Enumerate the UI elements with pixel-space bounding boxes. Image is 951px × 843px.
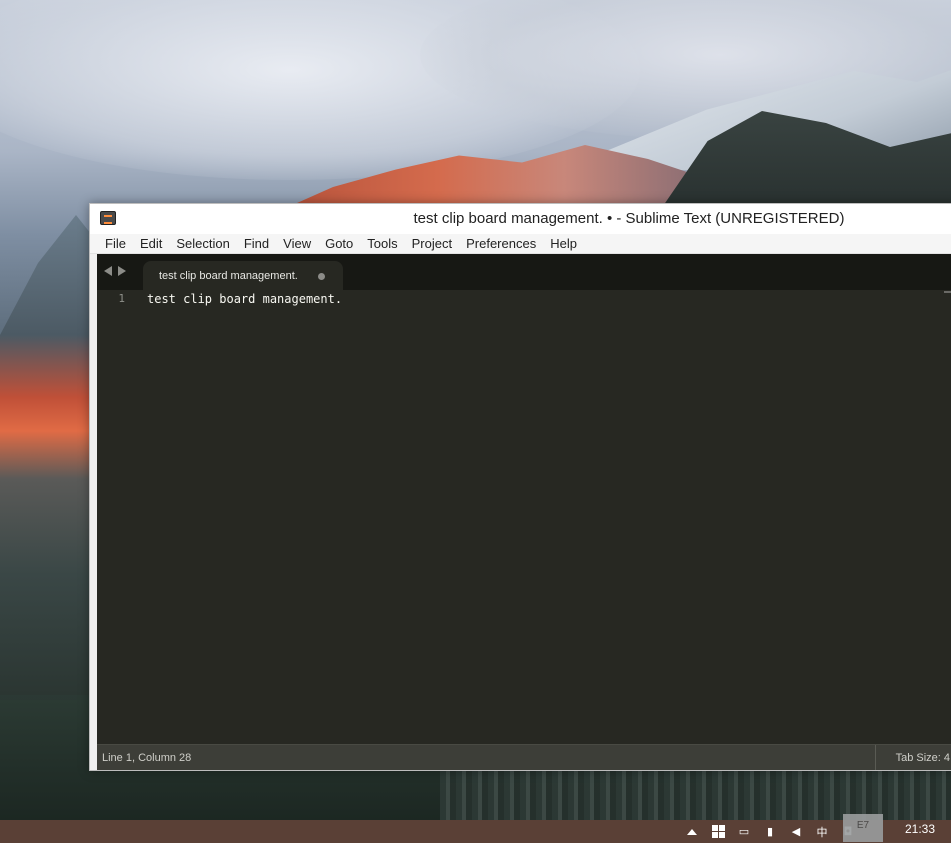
ime-popup: E7 (843, 814, 883, 842)
line-number: 1 (118, 292, 125, 305)
tab-navigation (104, 266, 126, 276)
menu-edit[interactable]: Edit (133, 234, 169, 254)
ime-popup-label: E7 (856, 820, 870, 831)
arrow-right-icon[interactable] (118, 266, 126, 276)
sublime-window[interactable]: test clip board management. • - Sublime … (89, 203, 951, 771)
menu-view[interactable]: View (276, 234, 318, 254)
clock[interactable]: 21:33 (905, 822, 935, 836)
arrow-left-icon[interactable] (104, 266, 112, 276)
cursor-position: Line 1, Column 28 (102, 751, 192, 764)
menu-find[interactable]: Find (237, 234, 276, 254)
tab-size-selector[interactable]: Tab Size: 4 (874, 745, 951, 770)
wallpaper-trees (440, 770, 951, 820)
show-hidden-icons-icon[interactable] (684, 825, 700, 839)
tab-label: test clip board management. (159, 269, 298, 282)
menu-file[interactable]: File (98, 234, 133, 254)
menu-bar: File Edit Selection Find View Goto Tools… (90, 234, 951, 254)
usb-device-icon[interactable]: ▮ (762, 825, 778, 839)
network-icon[interactable]: ▭ (736, 825, 752, 839)
menu-selection[interactable]: Selection (169, 234, 236, 254)
window-title: test clip board management. • - Sublime … (413, 210, 845, 227)
taskbar: ▭ ▮ ◀ 中 ◘ 21:33 (0, 820, 951, 843)
ime-indicator[interactable]: 中 (814, 825, 830, 839)
status-bar: Line 1, Column 28 Tab Size: 4 (97, 744, 951, 770)
volume-muted-icon[interactable]: ◀ (788, 825, 804, 839)
wallpaper-cliff (0, 215, 95, 695)
unsaved-dot-icon[interactable] (318, 273, 325, 280)
code-line[interactable]: test clip board management. (147, 292, 342, 306)
title-bar[interactable]: test clip board management. • - Sublime … (90, 204, 951, 234)
text-editor[interactable]: test clip board management. (147, 290, 951, 744)
tab-bar: test clip board management. (97, 254, 951, 290)
tab-file[interactable]: test clip board management. (143, 261, 343, 290)
menu-help[interactable]: Help (543, 234, 584, 254)
editor-area: test clip board management. 1 test clip … (97, 254, 951, 770)
menu-goto[interactable]: Goto (318, 234, 360, 254)
line-gutter: 1 (97, 290, 139, 744)
menu-preferences[interactable]: Preferences (459, 234, 543, 254)
menu-project[interactable]: Project (405, 234, 459, 254)
windows-icon[interactable] (710, 825, 726, 839)
menu-tools[interactable]: Tools (360, 234, 404, 254)
